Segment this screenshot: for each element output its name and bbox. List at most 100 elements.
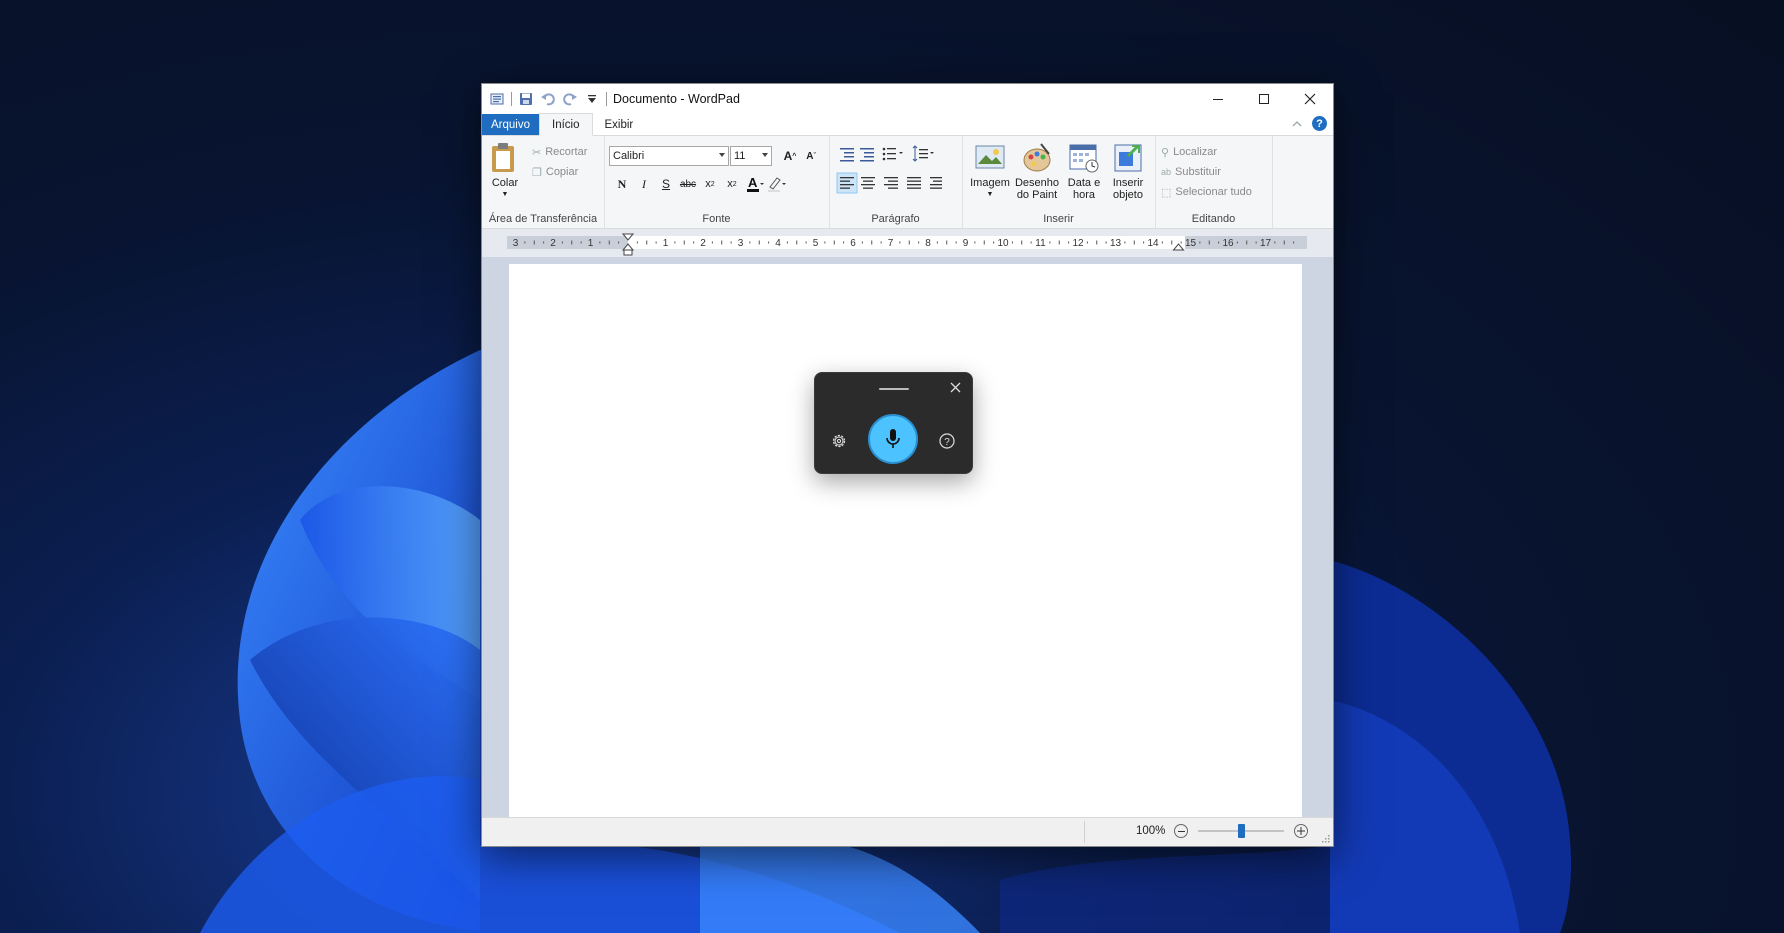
help-icon[interactable]: ? — [938, 432, 956, 450]
maximize-button[interactable] — [1241, 84, 1287, 113]
save-icon[interactable] — [518, 91, 534, 107]
ruler[interactable]: 3 2 1 1 2 3 4 5 6 7 8 9 10 11 12 13 14 15 16 17 — [482, 229, 1333, 258]
paragraph-settings-icon[interactable] — [930, 177, 942, 189]
customize-dropdown-icon[interactable] — [584, 91, 600, 107]
gear-icon[interactable] — [830, 432, 848, 450]
italic-button[interactable]: I — [634, 174, 654, 194]
shrink-font-button[interactable]: Aˇ — [801, 146, 821, 166]
subscript-button[interactable]: x2 — [700, 174, 720, 194]
close-icon — [1304, 93, 1316, 104]
increase-indent-icon[interactable] — [860, 148, 874, 162]
ruler-tick — [1255, 241, 1257, 244]
ruler-number: 4 — [775, 238, 781, 249]
ruler-number: 14 — [1147, 238, 1159, 249]
ruler-tick — [1068, 241, 1070, 244]
align-center-icon[interactable] — [861, 177, 875, 189]
decrease-indent-icon[interactable] — [840, 148, 854, 162]
date-time-button[interactable]: Data e hora — [1062, 142, 1106, 201]
ruler-tick — [796, 240, 798, 245]
image-label: Imagem — [970, 177, 1010, 189]
ruler-number: 3 — [513, 238, 519, 249]
close-icon[interactable] — [950, 382, 962, 394]
left-indent-marker[interactable] — [623, 249, 633, 256]
ruler-tick — [824, 241, 826, 244]
ruler-tick — [1171, 240, 1173, 245]
ruler-tick — [749, 241, 751, 244]
paragraph-group-label: Parágrafo — [871, 213, 920, 225]
plus-icon — [1297, 827, 1305, 835]
wordpad-app-icon[interactable] — [489, 91, 505, 107]
select-all-label: Selecionar tudo — [1175, 186, 1252, 198]
chevron-down-icon: ▼ — [986, 191, 994, 198]
microphone-icon — [886, 429, 900, 448]
copy-button[interactable]: ❐ Copiar — [532, 162, 587, 182]
cut-button[interactable]: ✂ Recortar — [532, 142, 587, 162]
ruler-tick — [524, 241, 526, 244]
ribbon-right-controls: ? — [1292, 116, 1327, 131]
paste-label: Colar — [491, 177, 519, 189]
tab-inicio[interactable]: Início — [539, 113, 593, 136]
microphone-button[interactable] — [868, 414, 918, 464]
indent-marker[interactable] — [621, 233, 635, 251]
insert-object-button[interactable]: Inserir objeto — [1106, 142, 1150, 201]
qat-separator — [511, 91, 512, 106]
ruler-tick — [1293, 241, 1295, 244]
right-indent-marker[interactable] — [1172, 243, 1185, 251]
superscript-button[interactable]: x2 — [722, 174, 742, 194]
ruler-number: 1 — [588, 238, 594, 249]
collapse-ribbon-icon[interactable] — [1292, 120, 1302, 128]
clipboard-group: Colar ▼ ✂ Recortar ❐ Copiar Área de Tran… — [482, 136, 605, 228]
bold-button[interactable]: N — [612, 174, 632, 194]
ruler-tick — [571, 240, 573, 245]
datetime-label-1: Data e — [1067, 177, 1101, 189]
align-left-icon[interactable] — [836, 172, 858, 194]
redo-icon[interactable] — [562, 91, 578, 107]
grow-font-button[interactable]: A ^ — [780, 146, 800, 166]
tab-exibir[interactable]: Exibir — [593, 114, 646, 135]
help-icon[interactable]: ? — [1312, 116, 1327, 131]
find-button[interactable]: ⚲ Localizar — [1161, 142, 1252, 162]
quick-access-toolbar — [489, 91, 607, 107]
ruler-tick — [618, 241, 620, 244]
title-bar[interactable]: Documento - WordPad — [482, 84, 1333, 113]
clipboard-paste-icon — [492, 143, 514, 172]
object-label-2: objeto — [1113, 189, 1143, 201]
replace-button[interactable]: ab Substituir — [1161, 162, 1252, 182]
zoom-out-button[interactable] — [1174, 824, 1188, 838]
ruler-tick — [899, 241, 901, 244]
strikethrough-button[interactable]: abc — [678, 174, 698, 194]
tab-arquivo[interactable]: Arquivo — [482, 114, 539, 135]
font-family-value: Calibri — [613, 150, 645, 162]
bullet-list-icon[interactable] — [882, 147, 903, 161]
ribbon-tabs: Arquivo Início Exibir ? — [482, 113, 1333, 136]
font-family-select[interactable]: Calibri — [609, 146, 729, 166]
ruler-tick — [1133, 240, 1135, 245]
highlighter-icon — [768, 177, 786, 192]
line-spacing-icon[interactable] — [912, 145, 934, 162]
zoom-slider[interactable] — [1198, 824, 1284, 838]
resize-grip-icon[interactable] — [1322, 835, 1330, 843]
ruler-number: 17 — [1260, 238, 1272, 249]
select-all-button[interactable]: ⬚ Selecionar tudo — [1161, 182, 1252, 202]
highlight-color-button[interactable] — [767, 174, 787, 194]
document-page[interactable] — [509, 264, 1302, 824]
ruler-tick — [918, 241, 920, 244]
paste-button[interactable]: Colar ▼ — [490, 142, 520, 201]
ruler-tick — [711, 241, 713, 244]
font-size-select[interactable]: 11 — [730, 146, 772, 166]
underline-button[interactable]: S — [656, 174, 676, 194]
paint-drawing-button[interactable]: Desenho do Paint — [1012, 142, 1062, 201]
ruler-number: 3 — [738, 238, 744, 249]
justify-icon[interactable] — [907, 177, 921, 189]
align-right-icon[interactable] — [884, 177, 898, 189]
drag-handle[interactable] — [879, 388, 909, 390]
zoom-slider-thumb[interactable] — [1238, 824, 1245, 838]
insert-image-button[interactable]: Imagem ▼ — [968, 142, 1012, 201]
minimize-button[interactable] — [1195, 84, 1241, 113]
undo-icon[interactable] — [540, 91, 556, 107]
ruler-tick — [1274, 241, 1276, 244]
zoom-in-button[interactable] — [1294, 824, 1308, 838]
text-color-button[interactable]: A — [745, 174, 765, 194]
replace-icon: ab — [1161, 167, 1172, 177]
close-button[interactable] — [1287, 84, 1333, 113]
